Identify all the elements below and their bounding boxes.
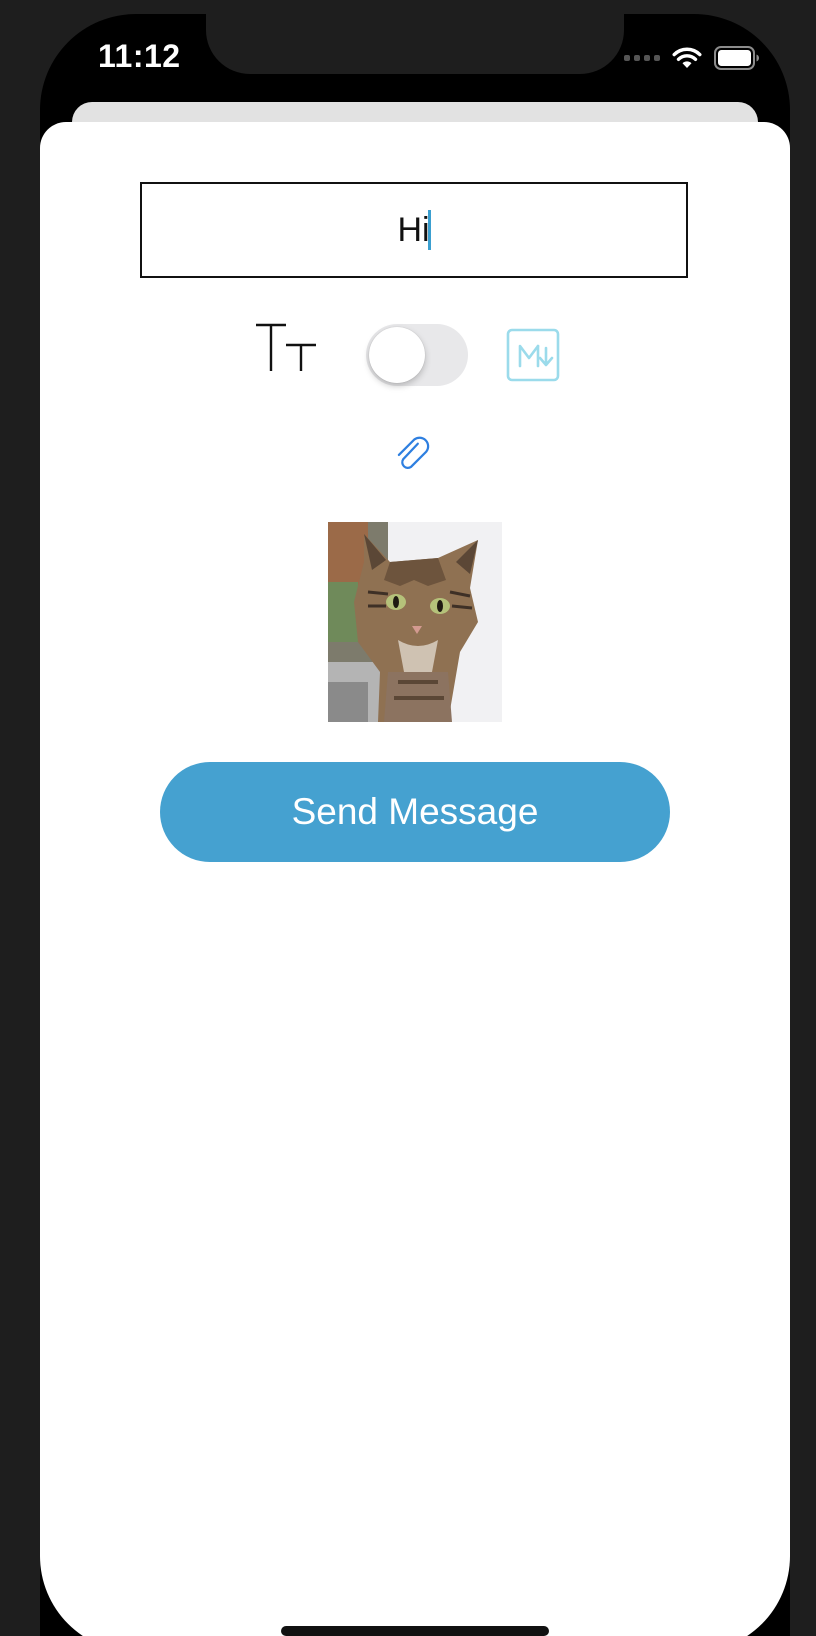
markdown-icon[interactable] — [506, 328, 560, 382]
compose-sheet: Hi Send Message — [40, 122, 790, 1636]
send-message-button[interactable]: Send Message — [160, 762, 670, 862]
cat-photo-icon — [328, 522, 502, 722]
message-input[interactable]: Hi — [140, 182, 688, 278]
home-indicator[interactable] — [281, 1626, 549, 1636]
notch — [206, 14, 624, 74]
markdown-toggle[interactable] — [366, 324, 468, 386]
status-time: 11:12 — [98, 38, 181, 74]
text-size-icon[interactable] — [254, 322, 318, 378]
status-icons — [624, 46, 760, 70]
attached-image — [328, 522, 502, 722]
wifi-icon — [672, 47, 702, 68]
paperclip-icon[interactable] — [390, 432, 438, 480]
text-caret — [427, 210, 431, 250]
phone-screen: 11:12 Hi Send Message — [40, 14, 790, 1636]
battery-icon — [714, 46, 759, 70]
signal-icon — [624, 55, 660, 61]
formatting-controls — [40, 322, 790, 388]
toggle-knob — [369, 327, 425, 383]
message-text: Hi — [397, 210, 430, 249]
